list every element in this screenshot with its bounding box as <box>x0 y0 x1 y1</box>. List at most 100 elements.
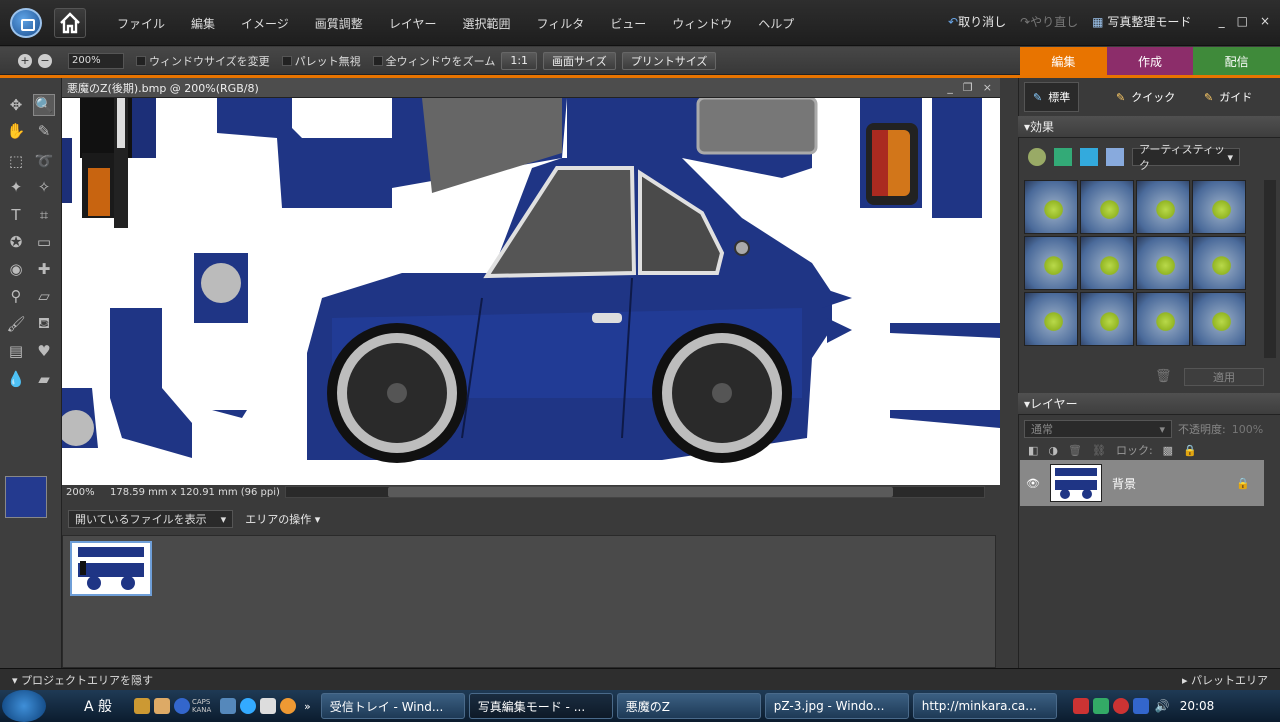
doc-minimize-button[interactable]: _ <box>947 81 953 94</box>
menu-filter[interactable]: フィルタ <box>523 15 597 32</box>
recompose-tool-icon[interactable]: ▭ <box>33 231 55 253</box>
effect-thumbnail[interactable] <box>1080 180 1134 234</box>
layers-header[interactable]: ▾ レイヤー <box>1018 393 1280 415</box>
all-effects-icon[interactable] <box>1106 148 1124 166</box>
hand-tool-icon[interactable]: ✋ <box>5 120 27 142</box>
taskbar-item-photoshop[interactable]: 写真編集モード - ... <box>468 693 613 719</box>
redo-button[interactable]: ↷やり直し <box>1020 13 1078 30</box>
fit-screen-button[interactable]: 画面サイズ <box>543 51 616 70</box>
effect-thumbnail[interactable] <box>1192 236 1246 290</box>
tab-guided[interactable]: ✎ ガイド <box>1196 82 1260 112</box>
menu-layer[interactable]: レイヤー <box>376 15 450 32</box>
eye-icon[interactable]: 👁 <box>1026 477 1040 490</box>
custom-shape-tool-icon[interactable]: ♥ <box>33 340 55 362</box>
delete-layer-icon[interactable]: 🗑 <box>1068 444 1082 457</box>
trash-icon[interactable]: 🗑 <box>1155 369 1172 384</box>
ignore-palettes-checkbox[interactable]: パレット無視 <box>281 53 361 69</box>
paint-bucket-tool-icon[interactable]: ⛾ <box>33 313 55 335</box>
eraser-tool-icon[interactable]: ▱ <box>33 285 55 307</box>
effect-thumbnail[interactable] <box>1136 180 1190 234</box>
tab-full-edit[interactable]: ✎ 標準 <box>1024 82 1080 112</box>
layer-styles-icon[interactable] <box>1054 148 1072 166</box>
volume-icon[interactable]: 🔊 <box>1155 699 1170 713</box>
doc-restore-button[interactable]: ❐ <box>963 81 973 94</box>
effect-thumbnail[interactable] <box>1136 292 1190 346</box>
effects-scrollbar[interactable] <box>1264 180 1276 358</box>
menu-edit[interactable]: 編集 <box>178 15 228 32</box>
resize-window-checkbox[interactable]: ウィンドウサイズを変更 <box>136 53 270 69</box>
filters-icon[interactable] <box>1028 148 1046 166</box>
taskbar-item-folder[interactable]: 悪魔のZ <box>616 693 761 719</box>
apply-button[interactable]: 適用 <box>1184 368 1264 386</box>
close-button[interactable]: × <box>1260 14 1270 28</box>
ie-icon[interactable] <box>240 698 256 714</box>
tab-create[interactable]: 作成 <box>1106 47 1194 75</box>
lock-transparent-icon[interactable]: ▩ <box>1163 444 1173 457</box>
taskbar-item-mail[interactable]: 受信トレイ - Wind... <box>320 693 465 719</box>
quicklaunch-icon[interactable] <box>134 698 150 714</box>
crop-tool-icon[interactable]: ⌗ <box>33 204 55 226</box>
type-tool-icon[interactable]: T <box>5 204 27 226</box>
gradient-tool-icon[interactable]: ▤ <box>5 340 27 362</box>
minimize-button[interactable]: _ <box>1219 14 1225 28</box>
home-button[interactable] <box>54 8 86 38</box>
actual-pixels-button[interactable]: 1:1 <box>501 51 538 70</box>
canvas-vertical-scrollbar[interactable] <box>1000 98 1014 485</box>
quick-selection-tool-icon[interactable]: ✧ <box>33 176 55 198</box>
red-eye-tool-icon[interactable]: ◉ <box>5 258 27 280</box>
help-icon[interactable] <box>174 698 190 714</box>
photo-effects-icon[interactable] <box>1080 148 1098 166</box>
effect-thumbnail[interactable] <box>1192 180 1246 234</box>
shape-tool-icon[interactable]: ✪ <box>5 231 27 253</box>
image-canvas[interactable] <box>62 98 1000 485</box>
adjustment-layer-icon[interactable]: ◑ <box>1048 444 1058 457</box>
sponge-tool-icon[interactable]: ▰ <box>33 368 55 390</box>
chevron-right-icon[interactable]: » <box>304 700 311 713</box>
new-layer-icon[interactable]: ◧ <box>1028 444 1038 457</box>
healing-brush-tool-icon[interactable]: ✚ <box>33 258 55 280</box>
camera-logo-icon[interactable] <box>10 8 42 38</box>
lock-all-icon[interactable]: 🔒 <box>1183 444 1197 457</box>
clock[interactable]: 20:08 <box>1180 699 1215 713</box>
organizer-button[interactable]: ▦ 写真整理モード <box>1092 13 1191 30</box>
zoom-in-icon[interactable]: + <box>18 53 32 68</box>
effect-thumbnail[interactable] <box>1136 236 1190 290</box>
eyedropper-tool-icon[interactable]: ✎ <box>33 120 55 142</box>
opacity-input[interactable]: 100% <box>1232 423 1263 436</box>
brush-tool-icon[interactable]: 🖌 <box>5 313 27 335</box>
zoom-out-icon[interactable]: − <box>38 53 52 68</box>
tray-icon[interactable] <box>1092 698 1109 714</box>
move-tool-icon[interactable]: ✥ <box>5 94 27 116</box>
effects-category-dropdown[interactable]: アーティスティック ▾ <box>1132 143 1240 172</box>
quicklaunch-icon[interactable] <box>260 698 276 714</box>
palette-area-button[interactable]: ▸ パレットエリア <box>1182 672 1268 688</box>
scroll-thumb[interactable] <box>388 487 893 497</box>
layer-row[interactable]: 👁 背景 🔒 <box>1020 460 1264 506</box>
taskbar-item-viewer[interactable]: pZ-3.jpg - Windo... <box>764 693 909 719</box>
chrome-icon[interactable] <box>280 698 296 714</box>
menu-window[interactable]: ウィンドウ <box>659 15 745 32</box>
effects-header[interactable]: ▾ 効果 <box>1018 116 1280 138</box>
foreground-color-swatch[interactable] <box>5 476 47 518</box>
show-files-dropdown[interactable]: 開いているファイルを表示 ▾ <box>68 510 234 528</box>
bin-scrollbar[interactable] <box>996 535 1010 668</box>
effect-thumbnail[interactable] <box>1024 292 1078 346</box>
menu-select[interactable]: 選択範囲 <box>449 15 523 32</box>
effect-thumbnail[interactable] <box>1024 180 1078 234</box>
zoom-tool-icon[interactable]: 🔍 <box>33 94 55 116</box>
quicklaunch-icon[interactable] <box>154 698 170 714</box>
start-button[interactable] <box>2 690 46 722</box>
blur-tool-icon[interactable]: 💧 <box>5 368 27 390</box>
link-icon[interactable]: ⛓ <box>1092 444 1106 457</box>
hide-project-area-button[interactable]: ▾ プロジェクトエリアを隠す <box>12 672 153 688</box>
menu-file[interactable]: ファイル <box>104 15 178 32</box>
tray-icon[interactable] <box>1072 698 1089 714</box>
ime-indicator[interactable]: A 般 <box>84 696 132 716</box>
tab-share[interactable]: 配信 <box>1193 47 1280 75</box>
effect-thumbnail[interactable] <box>1024 236 1078 290</box>
zoom-all-checkbox[interactable]: 全ウィンドウをズーム <box>372 53 495 69</box>
area-operations-menu[interactable]: エリアの操作 ▾ <box>245 511 320 527</box>
lasso-tool-icon[interactable]: ➰ <box>33 150 55 172</box>
clone-stamp-tool-icon[interactable]: ⚲ <box>5 285 27 307</box>
magic-wand-tool-icon[interactable]: ✦ <box>5 176 27 198</box>
